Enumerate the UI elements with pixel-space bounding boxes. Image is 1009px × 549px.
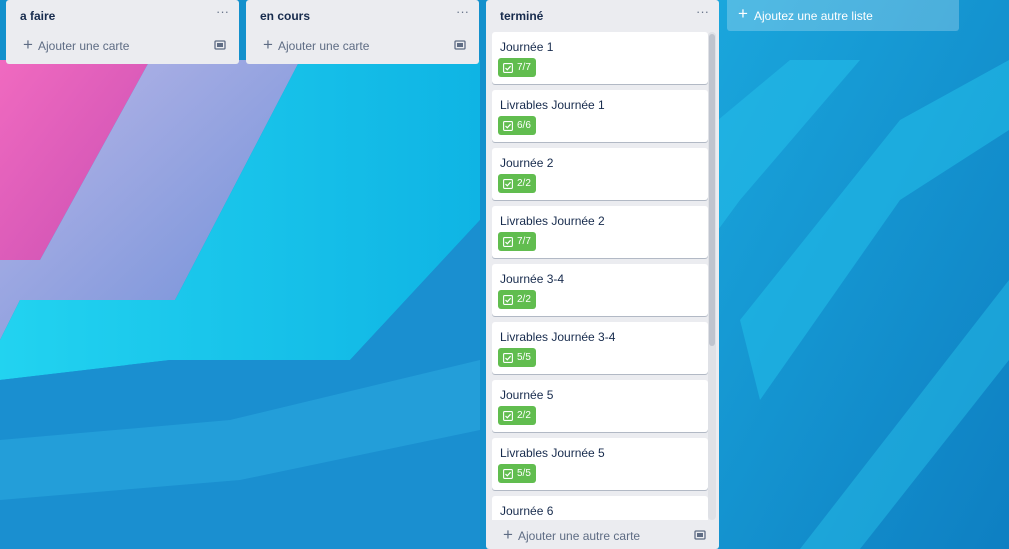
checklist-icon: [503, 411, 513, 421]
list-en-cours: en cours ··· + Ajouter une carte: [246, 0, 479, 64]
list-menu-icon[interactable]: ···: [216, 4, 229, 19]
checklist-count: 5/5: [517, 468, 531, 479]
scrollbar-thumb[interactable]: [709, 34, 715, 346]
scrollbar[interactable]: [708, 32, 716, 520]
card-title: Livrables Journée 5: [500, 446, 605, 460]
plus-icon: +: [263, 35, 273, 54]
add-card-button[interactable]: + Ajouter une autre carte: [492, 523, 713, 549]
checklist-badge: 5/5: [498, 348, 536, 367]
checklist-icon: [503, 353, 513, 363]
add-card-label: Ajouter une autre carte: [518, 529, 641, 543]
checklist-count: 2/2: [517, 178, 531, 189]
card-title: Journée 2: [500, 156, 554, 170]
card[interactable]: Livrables Journée 1 6/6: [492, 90, 708, 142]
add-card-label: Ajouter une carte: [38, 39, 130, 53]
list-title[interactable]: terminé: [500, 9, 543, 23]
list-a-faire: a faire ··· + Ajouter une carte: [6, 0, 239, 64]
checklist-icon: [503, 121, 513, 131]
checklist-icon: [503, 179, 513, 189]
card-template-icon[interactable]: [693, 528, 707, 542]
list-menu-icon[interactable]: ···: [696, 4, 709, 19]
checklist-count: 6/6: [517, 120, 531, 131]
checklist-badge: 7/7: [498, 58, 536, 77]
checklist-badge: 7/7: [498, 232, 536, 251]
card-title: Journée 3-4: [500, 272, 565, 286]
card-title: Livrables Journée 2: [500, 214, 605, 228]
card[interactable]: Journée 5 2/2: [492, 380, 708, 432]
checklist-count: 2/2: [517, 294, 531, 305]
add-list-button[interactable]: + Ajoutez une autre liste: [727, 0, 959, 31]
board: a faire ··· + Ajouter une carte en cours…: [0, 0, 1009, 549]
checklist-count: 5/5: [517, 352, 531, 363]
list-menu-icon[interactable]: ···: [456, 4, 469, 19]
card[interactable]: Journée 3-4 2/2: [492, 264, 708, 316]
plus-icon: +: [738, 4, 748, 23]
checklist-badge: 2/2: [498, 174, 536, 193]
card-title: Journée 5: [500, 388, 554, 402]
list-header[interactable]: en cours ···: [246, 0, 479, 32]
checklist-icon: [503, 237, 513, 247]
add-card-button[interactable]: + Ajouter une carte: [252, 33, 473, 59]
card[interactable]: Livrables Journée 2 7/7: [492, 206, 708, 258]
checklist-count: 7/7: [517, 62, 531, 73]
card-list[interactable]: Journée 1 7/7 Livrables Journée 1 6/6 Jo…: [492, 32, 708, 520]
add-card-button[interactable]: + Ajouter une carte: [12, 33, 233, 59]
card-title: Livrables Journée 3-4: [500, 330, 616, 344]
list-termine: terminé ··· Journée 1 7/7 Livrables Jour…: [486, 0, 719, 549]
card-template-icon[interactable]: [213, 38, 227, 52]
checklist-badge: 6/6: [498, 116, 536, 135]
card[interactable]: Journée 1 7/7: [492, 32, 708, 84]
plus-icon: +: [23, 35, 33, 54]
list-title[interactable]: a faire: [20, 9, 55, 23]
checklist-icon: [503, 295, 513, 305]
checklist-badge: 2/2: [498, 406, 536, 425]
list-title[interactable]: en cours: [260, 9, 310, 23]
card-title: Livrables Journée 1: [500, 98, 605, 112]
card-title: Journée 6: [500, 504, 554, 518]
plus-icon: +: [503, 525, 513, 544]
checklist-icon: [503, 63, 513, 73]
list-header[interactable]: terminé ···: [486, 0, 719, 32]
card-template-icon[interactable]: [453, 38, 467, 52]
card-title: Journée 1: [500, 40, 554, 54]
card[interactable]: Journée 2 2/2: [492, 148, 708, 200]
list-header[interactable]: a faire ···: [6, 0, 239, 32]
card[interactable]: Journée 6: [492, 496, 708, 520]
checklist-icon: [503, 469, 513, 479]
add-list-label: Ajoutez une autre liste: [754, 9, 873, 23]
checklist-count: 2/2: [517, 410, 531, 421]
card[interactable]: Livrables Journée 3-4 5/5: [492, 322, 708, 374]
card[interactable]: Livrables Journée 5 5/5: [492, 438, 708, 490]
checklist-count: 7/7: [517, 236, 531, 247]
checklist-badge: 2/2: [498, 290, 536, 309]
add-card-label: Ajouter une carte: [278, 39, 370, 53]
checklist-badge: 5/5: [498, 464, 536, 483]
